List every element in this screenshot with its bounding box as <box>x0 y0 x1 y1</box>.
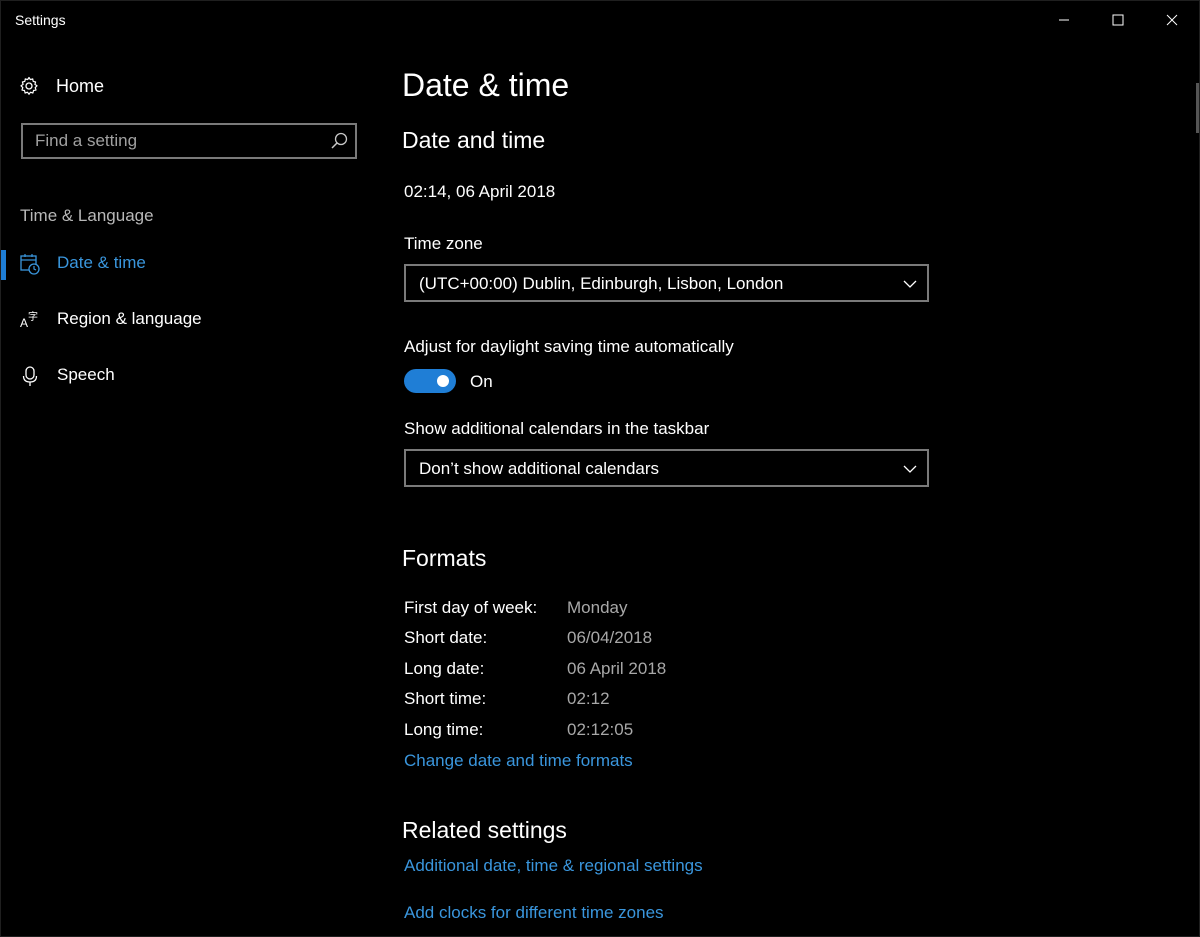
home-nav-item[interactable]: Home <box>19 73 104 99</box>
format-key: Short date: <box>404 628 488 647</box>
current-date-time: 02:14, 06 April 2018 <box>404 182 556 201</box>
change-formats-link[interactable]: Change date and time formats <box>404 751 633 771</box>
svg-text:A: A <box>20 316 28 330</box>
dst-toggle[interactable] <box>404 369 456 393</box>
settings-window: Settings Home Time & Language <box>0 0 1200 937</box>
timezone-label: Time zone <box>404 234 483 253</box>
scrollbar[interactable] <box>1196 83 1199 133</box>
format-row-short-time: Short time: 02:12 <box>404 689 904 713</box>
main-content: Date & time Date and time 02:14, 06 Apri… <box>376 39 1200 937</box>
sidebar-item-date-time[interactable]: Date & time <box>1 242 376 286</box>
sidebar-item-speech[interactable]: Speech <box>1 354 376 398</box>
close-button[interactable] <box>1145 1 1199 39</box>
format-row-long-time: Long time: 02:12:05 <box>404 720 904 744</box>
chevron-down-icon <box>903 280 917 288</box>
chevron-down-icon <box>903 465 917 473</box>
sidebar-item-region-language[interactable]: A 字 Region & language <box>1 298 376 342</box>
format-key: Short time: <box>404 689 487 708</box>
maximize-button[interactable] <box>1091 1 1145 39</box>
calendars-label: Show additional calendars in the taskbar <box>404 419 710 438</box>
language-icon: A 字 <box>20 310 38 330</box>
dst-toggle-state: On <box>470 372 493 391</box>
search-box[interactable] <box>21 123 357 159</box>
format-key: First day of week: <box>404 598 538 617</box>
gear-icon <box>20 76 38 95</box>
timezone-dropdown[interactable]: (UTC+00:00) Dublin, Edinburgh, Lisbon, L… <box>404 264 929 302</box>
additional-settings-link[interactable]: Additional date, time & regional setting… <box>404 856 703 876</box>
minimize-button[interactable] <box>1037 1 1091 39</box>
search-icon[interactable] <box>329 131 349 151</box>
title-bar[interactable]: Settings <box>1 1 1200 39</box>
date-time-heading: Date and time <box>402 127 546 153</box>
related-settings-heading: Related settings <box>402 817 567 843</box>
sidebar: Home Time & Language Date & time <box>1 39 376 937</box>
format-row-first-day: First day of week: Monday <box>404 598 904 622</box>
format-row-long-date: Long date: 06 April 2018 <box>404 659 904 683</box>
sidebar-item-label: Date & time <box>57 253 146 272</box>
sidebar-item-label: Region & language <box>57 309 202 328</box>
format-key: Long date: <box>404 659 485 678</box>
search-input[interactable] <box>23 125 323 157</box>
active-indicator <box>1 250 6 280</box>
microphone-icon <box>22 366 38 386</box>
formats-heading: Formats <box>402 545 487 571</box>
format-value: 02:12 <box>567 689 610 708</box>
format-value: Monday <box>567 598 628 617</box>
sidebar-item-label: Speech <box>57 365 115 384</box>
dst-label: Adjust for daylight saving time automati… <box>404 337 734 356</box>
maximize-icon <box>1112 14 1124 26</box>
minimize-icon <box>1059 19 1069 21</box>
calendars-value: Don’t show additional calendars <box>419 459 660 478</box>
timezone-value: (UTC+00:00) Dublin, Edinburgh, Lisbon, L… <box>419 274 784 293</box>
format-value: 06/04/2018 <box>567 628 653 647</box>
window-title: Settings <box>15 12 66 28</box>
format-row-short-date: Short date: 06/04/2018 <box>404 628 904 652</box>
calendars-dropdown[interactable]: Don’t show additional calendars <box>404 449 929 487</box>
format-key: Long time: <box>404 720 484 739</box>
sidebar-section-label: Time & Language <box>20 206 154 225</box>
calendar-clock-icon <box>20 254 40 275</box>
format-value: 02:12:05 <box>567 720 634 739</box>
home-label: Home <box>56 75 105 96</box>
toggle-knob <box>437 375 449 387</box>
add-clocks-link[interactable]: Add clocks for different time zones <box>404 903 664 923</box>
svg-text:字: 字 <box>28 310 38 323</box>
format-value: 06 April 2018 <box>567 659 667 678</box>
close-icon <box>1166 14 1178 26</box>
page-title: Date & time <box>402 67 570 103</box>
